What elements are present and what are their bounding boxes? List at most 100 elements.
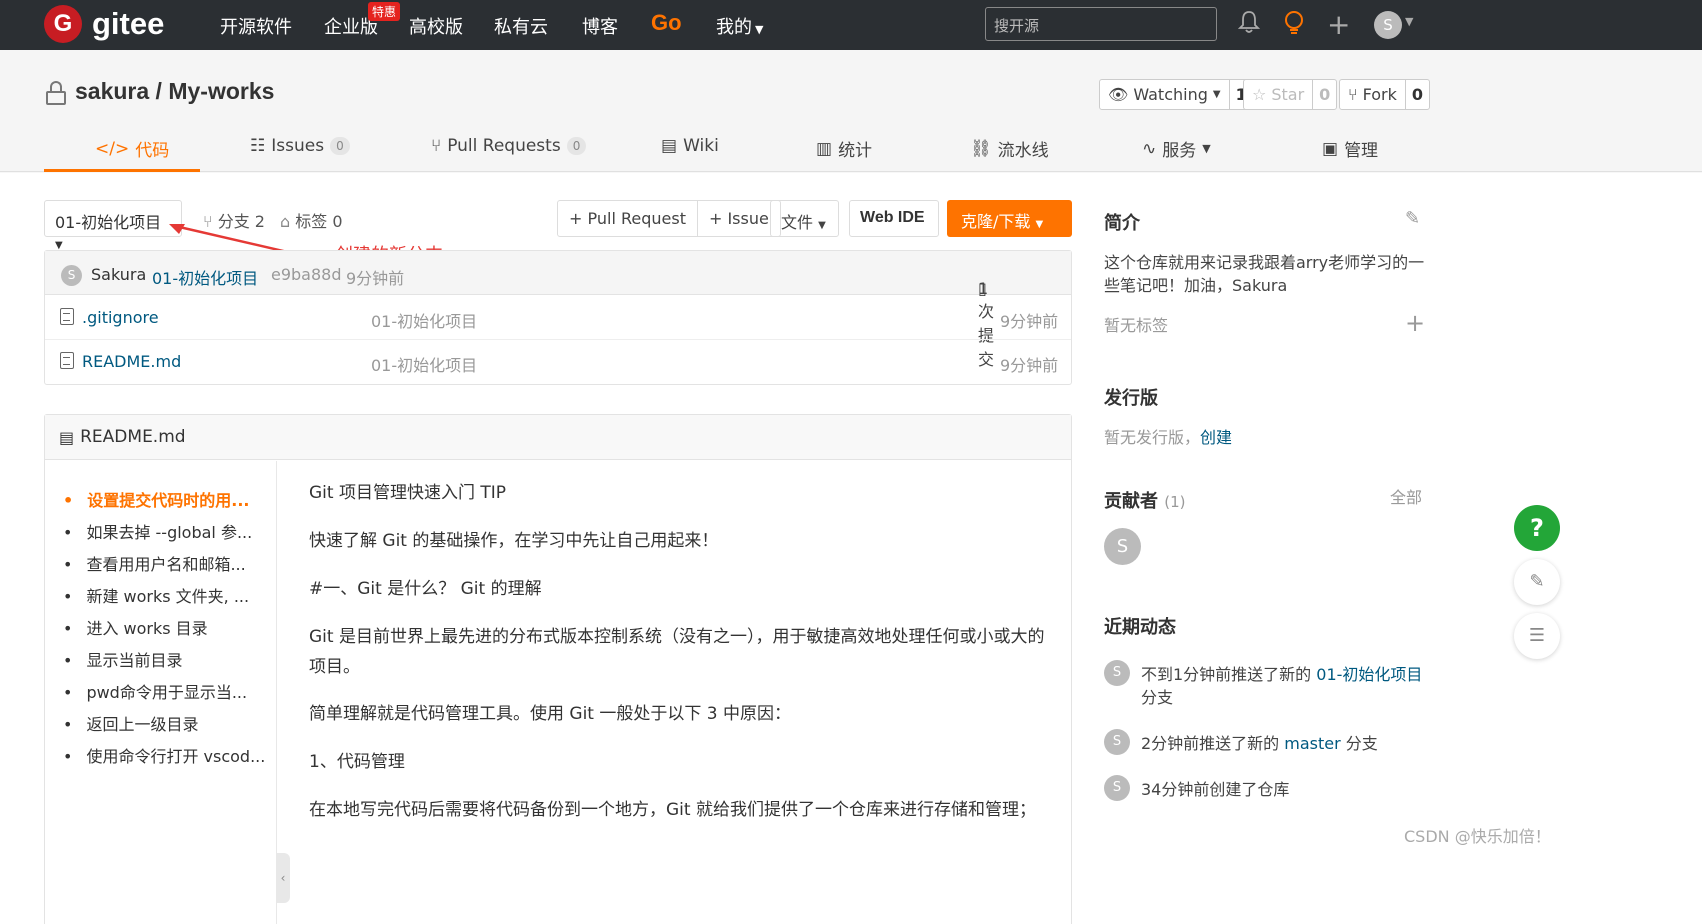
fork-icon: ⑂ xyxy=(1348,85,1358,104)
action-buttons: + Pull Request + Issue xyxy=(557,200,781,237)
help-button[interactable]: ? xyxy=(1514,505,1560,551)
readme-paragraph: Git 是目前世界上最先进的分布式版本控制系统（没有之一），用于敏捷高效地处理任… xyxy=(309,627,1045,677)
logo-mark: G xyxy=(44,5,82,43)
toc-item[interactable]: 进入 works 目录 xyxy=(63,615,207,639)
plus-icon[interactable]: + xyxy=(1327,8,1350,41)
user-avatar[interactable]: S xyxy=(1374,11,1402,39)
tab-pipeline[interactable]: ⛓ 流水线 xyxy=(970,136,1049,162)
contributors-all-link[interactable]: 全部 xyxy=(1390,486,1422,509)
tab-services-label: 服务 xyxy=(1162,141,1197,161)
toc-item[interactable]: 使用命令行打开 vscod... xyxy=(63,743,265,767)
gitee-logo[interactable]: G gitee xyxy=(44,5,164,43)
avatar[interactable]: S xyxy=(1104,528,1141,565)
search-input[interactable]: 搜开源 xyxy=(985,7,1217,41)
nav-university[interactable]: 高校版 xyxy=(409,13,463,39)
feedback-edit-icon[interactable]: ✎ xyxy=(1514,559,1560,605)
new-issue-button[interactable]: + Issue xyxy=(696,201,780,236)
contributors-title: 贡献者 (1) xyxy=(1104,487,1186,513)
file-name[interactable]: README.md xyxy=(82,352,181,371)
toc-item[interactable]: pwd命令用于显示当... xyxy=(63,679,247,703)
pull-request-icon: ⑂ xyxy=(431,136,442,156)
activity-link[interactable]: master xyxy=(1284,734,1340,753)
watching-button[interactable]: 👁 Watching ▼ 1 xyxy=(1099,79,1254,110)
activity-link[interactable]: 01-初始化项目 xyxy=(1316,665,1422,684)
file-list: S Sakura 01-初始化项目 e9ba88d 9分钟前 ▯ 1 次提交 .… xyxy=(44,250,1072,385)
nav-mine-label: 我的 xyxy=(716,17,752,38)
readme-header: ▤ README.md xyxy=(45,415,1071,460)
web-ide-button[interactable]: Web IDE xyxy=(849,200,939,237)
fork-label: Fork xyxy=(1362,85,1397,104)
chevron-down-icon: ▼ xyxy=(1202,142,1211,155)
repo-title[interactable]: sakura / My-works xyxy=(75,78,274,105)
avatar[interactable]: S xyxy=(61,265,82,286)
tab-issues[interactable]: ☷ Issues 0 xyxy=(250,136,350,156)
readme-paragraph: #一、Git 是什么？ Git 的理解 xyxy=(309,579,542,599)
commit-message[interactable]: 01-初始化项目 xyxy=(152,265,258,289)
chevron-down-icon[interactable]: ▼ xyxy=(1405,15,1413,28)
pulse-icon: ∿ xyxy=(1142,138,1157,159)
tab-wiki[interactable]: ▤ Wiki xyxy=(661,136,719,156)
toc-item[interactable]: 如果去掉 --global 参... xyxy=(63,519,252,543)
file-menu-button[interactable]: 文件 ▼ xyxy=(770,200,839,237)
pr-count: 0 xyxy=(566,137,587,155)
release-title: 发行版 xyxy=(1104,388,1158,409)
fork-button[interactable]: ⑂ Fork 0 xyxy=(1339,79,1431,110)
toc-collapse-toggle[interactable]: ‹ xyxy=(276,853,290,903)
top-navbar: G gitee 开源软件 企业版 特惠 高校版 私有云 博客 Go 我的 ▼ 搜开… xyxy=(0,0,1702,50)
nav-blog[interactable]: 博客 xyxy=(582,13,618,39)
commit-hash[interactable]: e9ba88d xyxy=(271,265,342,284)
nav-private-cloud[interactable]: 私有云 xyxy=(494,13,548,39)
avatar[interactable]: S xyxy=(1104,729,1130,755)
chevron-down-icon: ▼ xyxy=(755,23,764,36)
tab-code[interactable]: </> 代码 xyxy=(95,136,170,162)
fork-count: 0 xyxy=(1404,80,1429,109)
chat-icon[interactable]: ☰ xyxy=(1514,613,1560,659)
toc-item[interactable]: 显示当前目录 xyxy=(63,647,182,671)
nav-mine[interactable]: 我的 ▼ xyxy=(716,13,763,39)
create-release-link[interactable]: 创建 xyxy=(1200,428,1232,447)
file-commit-message[interactable]: 01-初始化项目 xyxy=(371,308,477,332)
tab-services[interactable]: ∿ 服务 ▼ xyxy=(1142,136,1211,162)
promo-badge: 特惠 xyxy=(368,2,401,21)
tab-stats[interactable]: ▥ 统计 xyxy=(816,136,872,162)
toc-item[interactable]: 返回上一级目录 xyxy=(63,711,198,735)
tab-code-label: 代码 xyxy=(135,141,170,161)
clone-label: 克隆/下载 xyxy=(961,212,1031,231)
star-button[interactable]: ☆ Star 0 xyxy=(1243,79,1338,110)
avatar[interactable]: S xyxy=(1104,660,1130,686)
nav-go[interactable]: Go xyxy=(651,10,682,36)
activity-prefix: 不到1分钟前推送了新的 xyxy=(1141,665,1317,684)
table-row[interactable]: .gitignore 01-初始化项目 9分钟前 xyxy=(45,296,1071,340)
readme-paragraph: Git 项目管理快速入门 TIP xyxy=(309,483,507,503)
file-name[interactable]: .gitignore xyxy=(82,308,159,327)
watching-label: Watching xyxy=(1133,85,1208,104)
edit-icon[interactable]: ✎ xyxy=(1405,208,1420,229)
activity-suffix: 分支 xyxy=(1141,688,1174,707)
clone-download-button[interactable]: 克隆/下载 ▼ xyxy=(947,200,1072,237)
file-commit-message[interactable]: 01-初始化项目 xyxy=(371,352,477,376)
release-info: 暂无发行版，创建 xyxy=(1104,426,1232,449)
lightbulb-icon[interactable] xyxy=(1283,10,1305,42)
table-row[interactable]: README.md 01-初始化项目 9分钟前 xyxy=(45,340,1071,384)
watermark: CSDN @快乐加倍！ xyxy=(1404,827,1551,846)
issues-count: 0 xyxy=(330,137,350,155)
readme-paragraph: 快速了解 Git 的基础操作，在学习中先让自己用起来！ xyxy=(309,531,719,551)
bell-icon[interactable] xyxy=(1237,10,1261,40)
toc-item[interactable]: 查看用用户名和邮箱... xyxy=(63,551,245,575)
toc-item[interactable]: 新建 works 文件夹, ... xyxy=(63,583,249,607)
new-pull-request-button[interactable]: + Pull Request xyxy=(558,201,697,236)
nav-open-source[interactable]: 开源软件 xyxy=(220,13,292,39)
tab-manage[interactable]: ▣ 管理 xyxy=(1322,136,1378,162)
toc-item[interactable]: 设置提交代码时的用... xyxy=(63,487,249,511)
eye-icon: 👁 xyxy=(1108,85,1129,104)
readme-paragraph: 简单理解就是代码管理工具。使用 Git 一般处于以下 3 中原因： xyxy=(309,704,791,724)
tab-pull-requests[interactable]: ⑂ Pull Requests 0 xyxy=(431,136,587,156)
tab-pr-label: Pull Requests xyxy=(447,136,561,156)
no-release-text: 暂无发行版， xyxy=(1104,428,1201,447)
commit-author[interactable]: Sakura xyxy=(91,265,146,284)
add-tag-icon[interactable]: + xyxy=(1405,309,1425,337)
avatar[interactable]: S xyxy=(1104,775,1130,801)
tab-issues-label: Issues xyxy=(271,136,325,156)
chevron-down-icon: ▼ xyxy=(818,220,826,231)
branch-selector[interactable]: 01-初始化项目 ▼ xyxy=(44,200,182,251)
